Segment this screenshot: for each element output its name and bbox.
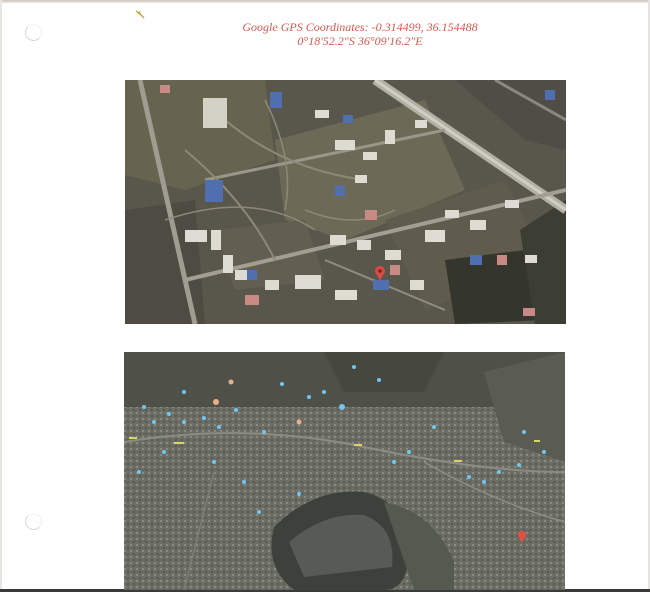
satellite-image-closeup	[125, 80, 566, 324]
page-top-edge	[0, 0, 650, 3]
gps-coordinates-caption: Google GPS Coordinates: -0.314499, 36.15…	[242, 20, 478, 34]
page-left-edge	[0, 0, 2, 592]
punch-hole-top	[25, 24, 42, 41]
satellite-image-overview	[124, 352, 565, 590]
punch-hole-bottom	[25, 513, 42, 530]
pen-mark-icon	[135, 10, 145, 19]
dms-coordinates-caption: 0°18'52.2"S 36°09'16.2"E	[297, 34, 423, 48]
